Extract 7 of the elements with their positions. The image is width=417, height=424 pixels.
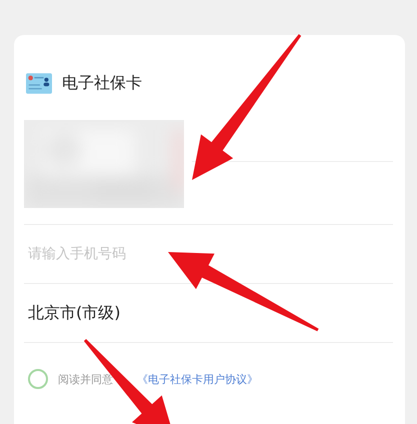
id-card-icon xyxy=(26,72,52,94)
agreement-checkbox[interactable] xyxy=(28,369,48,389)
card-title: 电子社保卡 xyxy=(62,72,142,94)
agreement-text: 阅读并同意 xyxy=(58,372,113,386)
region-value[interactable]: 北京市(市级) xyxy=(24,284,393,342)
phone-input-field[interactable]: 请输入手机号码 xyxy=(24,225,397,283)
agreement-link[interactable]: 《电子社保卡用户协议》 xyxy=(137,372,258,386)
